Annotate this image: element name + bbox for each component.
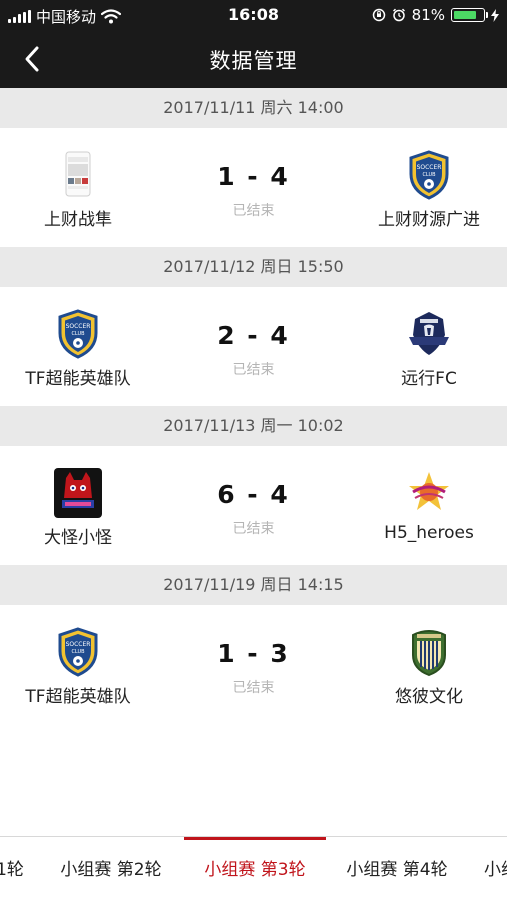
page-title: 数据管理: [209, 49, 298, 73]
match-date: 2017/11/12 周日 15:50: [0, 247, 507, 287]
monster-logo: [54, 468, 102, 518]
tab-round-3[interactable]: 小组赛 第3轮: [184, 837, 326, 901]
round-tabs: 1轮 小组赛 第2轮 小组赛 第3轮 小组赛 第4轮 小组: [0, 836, 507, 901]
battery-icon: [451, 8, 488, 22]
green-crest-logo: [412, 630, 446, 677]
match-score: 6 - 4: [217, 480, 290, 509]
match-score: 1 - 3: [217, 639, 290, 668]
match-list: 2017/11/11 周六 14:00 上财战隼 1 - 4 已结束 SOCCE…: [0, 88, 507, 724]
match-item[interactable]: 上财战隼 1 - 4 已结束 SOCCER CLUB 上财财源广进: [0, 128, 507, 247]
home-team[interactable]: 上财战隼: [0, 128, 158, 247]
away-team-name: 上财财源广进: [378, 210, 480, 230]
svg-text:CLUB: CLUB: [71, 649, 85, 655]
tab-round-2[interactable]: 小组赛 第2轮: [50, 837, 172, 901]
tab-round-4[interactable]: 小组赛 第4轮: [336, 837, 458, 901]
away-team[interactable]: H5_heroes: [349, 446, 507, 565]
team-photo-logo: [65, 151, 91, 197]
home-team-name: 大怪小怪: [44, 528, 112, 548]
tab-round-1[interactable]: 1轮: [0, 837, 30, 901]
svg-text:CLUB: CLUB: [71, 331, 85, 337]
svg-text:SOCCER: SOCCER: [417, 164, 442, 171]
home-team-name: TF超能英雄队: [25, 369, 131, 389]
match-item[interactable]: SOCCER CLUB TF超能英雄队 1 - 3 已结束 悠彼文化: [0, 605, 507, 724]
soccer-club-shield-logo: SOCCER CLUB: [409, 150, 449, 200]
home-team[interactable]: SOCCER CLUB TF超能英雄队: [0, 287, 158, 406]
match-score: 1 - 4: [217, 162, 290, 191]
tab-round-3-label: 小组赛 第3轮: [204, 860, 306, 880]
home-team[interactable]: 大怪小怪: [0, 446, 158, 565]
svg-text:CLUB: CLUB: [422, 172, 436, 178]
away-team-name: 悠彼文化: [395, 687, 463, 707]
charging-icon: [491, 8, 499, 22]
soccer-club-shield-logo: SOCCER CLUB: [58, 627, 98, 677]
match-date: 2017/11/19 周日 14:15: [0, 565, 507, 605]
home-team[interactable]: SOCCER CLUB TF超能英雄队: [0, 605, 158, 724]
svg-text:SOCCER: SOCCER: [66, 323, 91, 330]
match-item[interactable]: SOCCER CLUB TF超能英雄队 2 - 4 已结束 远行FC: [0, 287, 507, 406]
away-team-name: H5_heroes: [384, 523, 474, 543]
status-bar: 中国移动 16:08 81%: [0, 0, 507, 30]
orientation-lock-icon: [372, 8, 385, 22]
match-status: 已结束: [232, 203, 275, 219]
away-team[interactable]: 悠彼文化: [349, 605, 507, 724]
navy-crest-logo: [409, 312, 449, 355]
nav-bar: 数据管理: [0, 30, 507, 88]
match-score: 2 - 4: [217, 321, 290, 350]
match-status: 已结束: [232, 362, 275, 378]
alarm-icon: [392, 8, 405, 22]
match-date: 2017/11/13 周一 10:02: [0, 406, 507, 446]
battery-percent: 81%: [411, 6, 445, 24]
away-team[interactable]: 远行FC: [349, 287, 507, 406]
home-team-name: TF超能英雄队: [25, 687, 131, 707]
home-team-name: 上财战隼: [44, 210, 112, 230]
star-emblem-logo: [409, 472, 449, 510]
match-status: 已结束: [232, 521, 275, 537]
soccer-club-shield-logo: SOCCER CLUB: [58, 309, 98, 359]
away-team-name: 远行FC: [401, 369, 457, 389]
match-date: 2017/11/11 周六 14:00: [0, 88, 507, 128]
tab-round-5[interactable]: 小组: [484, 837, 507, 901]
match-status: 已结束: [232, 680, 275, 696]
svg-text:SOCCER: SOCCER: [66, 641, 91, 648]
away-team[interactable]: SOCCER CLUB 上财财源广进: [349, 128, 507, 247]
match-item[interactable]: 大怪小怪 6 - 4 已结束 H5_heroes: [0, 446, 507, 565]
active-tab-indicator: [184, 837, 326, 840]
